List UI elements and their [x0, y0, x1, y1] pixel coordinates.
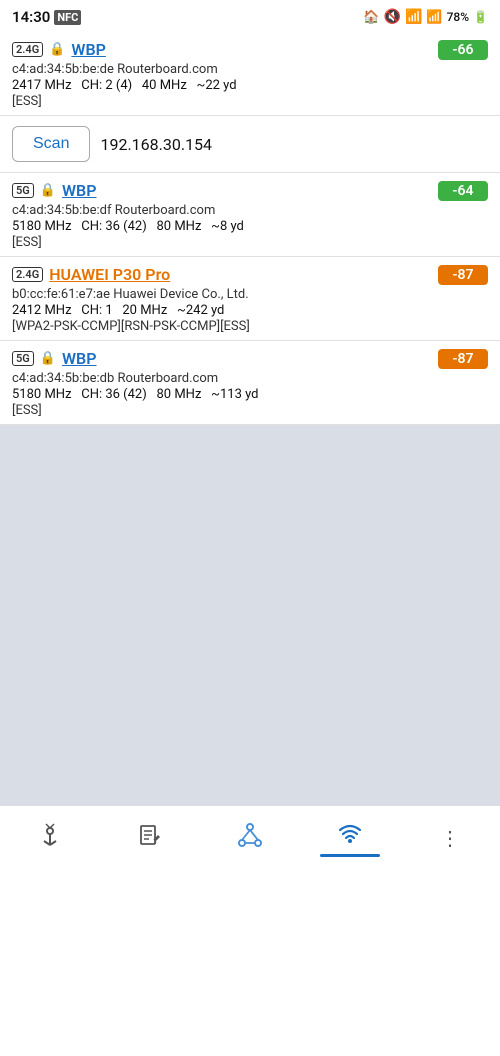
freq-info-3: 2412 MHz CH: 1 20 MHz ~242 yd — [12, 303, 488, 318]
freq-info-1: 2417 MHz CH: 2 (4) 40 MHz ~22 yd — [12, 78, 488, 93]
tags-1: [ESS] — [12, 94, 488, 109]
freq-info-4: 5180 MHz CH: 36 (42) 80 MHz ~113 yd — [12, 387, 488, 402]
network-title-row-1: 2.4G 🔒 WBP — [12, 40, 106, 59]
band-badge-2: 5G — [12, 183, 34, 198]
mac-vendor-3: b0:cc:fe:61:e7:ae Huawei Device Co., Ltd… — [12, 287, 488, 302]
network-card-3[interactable]: 2.4G HUAWEI P30 Pro -87 b0:cc:fe:61:e7:a… — [0, 257, 500, 341]
network-card-1[interactable]: 2.4G 🔒 WBP -66 c4:ad:34:5b:be:de Routerb… — [0, 32, 500, 116]
bottom-nav: ⋮ — [0, 805, 500, 865]
network-title-row-3: 2.4G HUAWEI P30 Pro — [12, 265, 170, 284]
battery-text: 78% — [447, 10, 469, 24]
freq-info-2: 5180 MHz CH: 36 (42) 80 MHz ~8 yd — [12, 219, 488, 234]
wifi-tab-underline — [320, 854, 380, 857]
band-badge-4: 5G — [12, 351, 34, 366]
lock-icon-4: 🔒 — [40, 351, 56, 366]
network-icon — [236, 821, 264, 855]
network-title-row-2: 5G 🔒 WBP — [12, 181, 96, 200]
network-name-2[interactable]: WBP — [62, 181, 96, 200]
lock-icon-1: 🔒 — [49, 42, 65, 57]
antenna-icon — [36, 821, 64, 855]
battery-icon: 🔋 — [473, 10, 488, 24]
status-left: 14:30 NFC — [12, 8, 81, 26]
mac-vendor-1: c4:ad:34:5b:be:de Routerboard.com — [12, 62, 488, 77]
scan-row: Scan 192.168.30.154 — [0, 116, 500, 173]
home-icon: 🏠 — [363, 10, 379, 25]
nav-item-wifi[interactable] — [300, 814, 400, 861]
signal-icon: 📶 — [426, 10, 442, 25]
tags-3: [WPA2-PSK-CCMP][RSN-PSK-CCMP][ESS] — [12, 319, 488, 334]
mac-vendor-4: c4:ad:34:5b:be:db Routerboard.com — [12, 371, 488, 386]
nav-item-edit[interactable] — [100, 817, 200, 859]
network-header-4: 5G 🔒 WBP -87 — [12, 349, 488, 369]
wifi-icon — [336, 818, 364, 852]
signal-badge-4: -87 — [438, 349, 488, 369]
signal-badge-1: -66 — [438, 40, 488, 60]
scan-button[interactable]: Scan — [12, 126, 90, 162]
status-bar: 14:30 NFC 🏠 🔇 📶 📶 78% 🔋 — [0, 0, 500, 32]
band-badge-1: 2.4G — [12, 42, 43, 57]
wifi-status-icon: 📶 — [405, 9, 422, 25]
mac-vendor-2: c4:ad:34:5b:be:df Routerboard.com — [12, 203, 488, 218]
band-badge-3: 2.4G — [12, 267, 43, 282]
tags-4: [ESS] — [12, 403, 488, 418]
status-right: 🏠 🔇 📶 📶 78% 🔋 — [363, 9, 488, 25]
lock-icon-2: 🔒 — [40, 183, 56, 198]
scan-ip: 192.168.30.154 — [100, 135, 212, 154]
network-card-4[interactable]: 5G 🔒 WBP -87 c4:ad:34:5b:be:db Routerboa… — [0, 341, 500, 425]
gray-area — [0, 425, 500, 805]
nav-item-network[interactable] — [200, 817, 300, 859]
main-content: 2.4G 🔒 WBP -66 c4:ad:34:5b:be:de Routerb… — [0, 32, 500, 805]
network-header-1: 2.4G 🔒 WBP -66 — [12, 40, 488, 60]
mute-icon: 🔇 — [384, 9, 401, 25]
network-title-row-4: 5G 🔒 WBP — [12, 349, 96, 368]
network-name-4[interactable]: WBP — [62, 349, 96, 368]
network-header-2: 5G 🔒 WBP -64 — [12, 181, 488, 201]
more-icon: ⋮ — [440, 826, 460, 850]
network-card-2[interactable]: 5G 🔒 WBP -64 c4:ad:34:5b:be:df Routerboa… — [0, 173, 500, 257]
nav-item-more[interactable]: ⋮ — [400, 822, 500, 854]
tags-2: [ESS] — [12, 235, 488, 250]
signal-badge-2: -64 — [438, 181, 488, 201]
edit-icon — [136, 821, 164, 855]
signal-badge-3: -87 — [438, 265, 488, 285]
network-name-3[interactable]: HUAWEI P30 Pro — [49, 265, 170, 284]
status-time: 14:30 — [12, 8, 50, 26]
nfc-icon: NFC — [54, 10, 81, 25]
nav-item-antenna[interactable] — [0, 817, 100, 859]
network-header-3: 2.4G HUAWEI P30 Pro -87 — [12, 265, 488, 285]
network-name-1[interactable]: WBP — [71, 40, 105, 59]
app-root: 14:30 NFC 🏠 🔇 📶 📶 78% 🔋 2.4G 🔒 WBP -66 — [0, 0, 500, 1056]
